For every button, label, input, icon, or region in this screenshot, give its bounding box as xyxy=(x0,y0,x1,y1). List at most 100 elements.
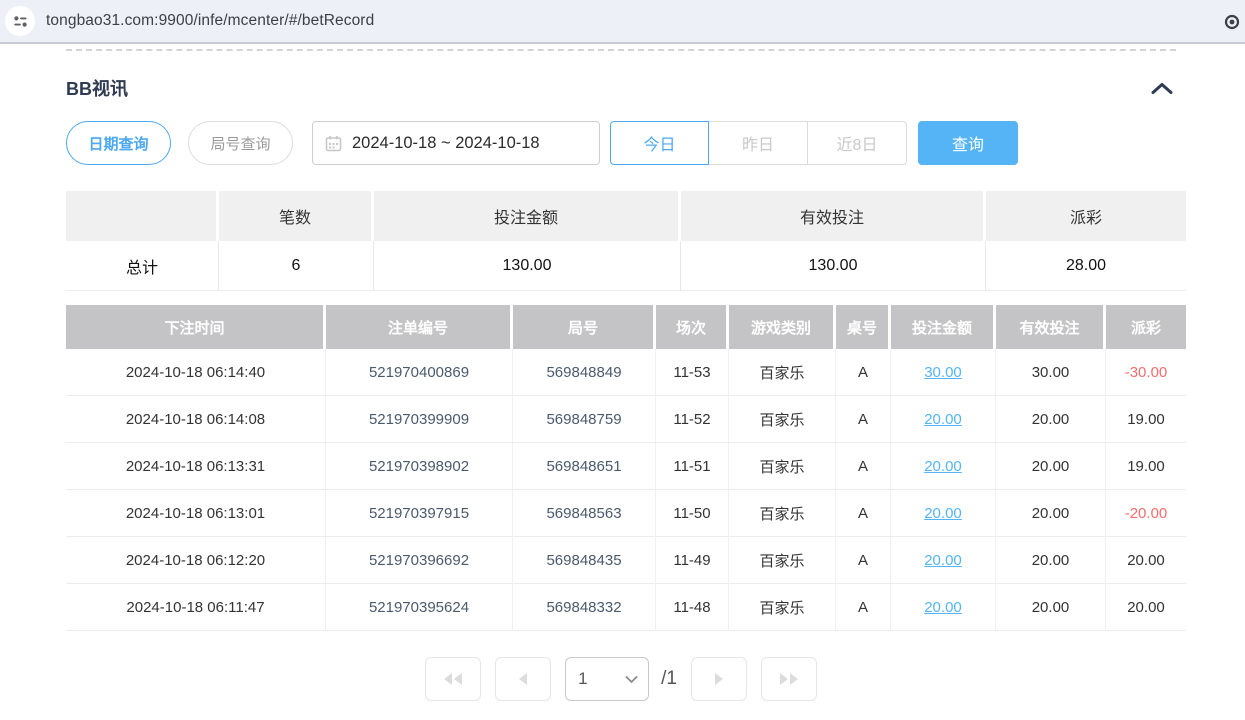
summary-total-count: 6 xyxy=(219,241,374,291)
cell-game-type: 百家乐 xyxy=(729,537,836,584)
cell-round-id: 569848563 xyxy=(513,490,656,537)
page-total-label: /1 xyxy=(661,668,677,690)
cell-table-no: A xyxy=(836,349,891,396)
cell-valid-bet: 20.00 xyxy=(996,443,1106,490)
cell-session: 11-49 xyxy=(656,537,729,584)
cell-valid-bet: 20.00 xyxy=(996,490,1106,537)
cell-session: 11-51 xyxy=(656,443,729,490)
col-header-bet-amount: 投注金额 xyxy=(891,305,996,349)
cell-bet-time: 2024-10-18 06:13:31 xyxy=(66,443,326,490)
cell-round-id: 569848332 xyxy=(513,584,656,631)
site-settings-button[interactable] xyxy=(5,6,35,36)
bet-amount-link[interactable]: 20.00 xyxy=(924,505,962,522)
last-page-button[interactable] xyxy=(761,657,817,701)
cell-bet-id: 521970395624 xyxy=(326,584,513,631)
quick-range-today[interactable]: 今日 xyxy=(610,121,709,165)
cell-payout: 20.00 xyxy=(1106,584,1186,631)
cell-game-type: 百家乐 xyxy=(729,443,836,490)
bet-table-body: 2024-10-18 06:14:40521970400869569848849… xyxy=(66,349,1186,631)
cell-bet-id: 521970400869 xyxy=(326,349,513,396)
cell-table-no: A xyxy=(836,443,891,490)
col-header-game-type: 游戏类别 xyxy=(729,305,836,349)
cell-game-type: 百家乐 xyxy=(729,584,836,631)
next-page-button[interactable] xyxy=(691,657,747,701)
cell-bet-time: 2024-10-18 06:11:47 xyxy=(66,584,326,631)
date-range-picker[interactable]: 2024-10-18 ~ 2024-10-18 xyxy=(312,121,600,165)
col-header-session: 场次 xyxy=(656,305,729,349)
pagination: 1 /1 xyxy=(66,657,1176,701)
bet-amount-link[interactable]: 20.00 xyxy=(924,411,962,428)
bet-amount-link[interactable]: 20.00 xyxy=(924,552,962,569)
summary-total-valid-bet: 130.00 xyxy=(681,241,986,291)
summary-header-valid-bet: 有效投注 xyxy=(681,191,986,241)
tab-date-query[interactable]: 日期查询 xyxy=(66,121,171,165)
prev-page-button[interactable] xyxy=(495,657,551,701)
tune-icon xyxy=(12,13,29,30)
page-select[interactable]: 1 xyxy=(565,657,649,701)
cell-bet-id: 521970396692 xyxy=(326,537,513,584)
cell-bet-time: 2024-10-18 06:13:01 xyxy=(66,490,326,537)
cell-valid-bet: 20.00 xyxy=(996,396,1106,443)
cell-table-no: A xyxy=(836,537,891,584)
cell-bet-amount: 20.00 xyxy=(891,396,996,443)
summary-table: 笔数 投注金额 有效投注 派彩 总计 6 130.00 130.00 28.00 xyxy=(66,191,1186,291)
cell-bet-amount: 20.00 xyxy=(891,443,996,490)
bet-amount-link[interactable]: 20.00 xyxy=(924,458,962,475)
col-header-table-no: 桌号 xyxy=(836,305,891,349)
cell-valid-bet: 30.00 xyxy=(996,349,1106,396)
cell-round-id: 569848435 xyxy=(513,537,656,584)
quick-range-last8days[interactable]: 近8日 xyxy=(808,121,907,165)
cell-payout: 20.00 xyxy=(1106,537,1186,584)
double-chevron-right-icon xyxy=(778,671,800,687)
col-header-valid-bet: 有效投注 xyxy=(996,305,1106,349)
target-icon[interactable] xyxy=(1224,14,1240,35)
collapse-panel-button[interactable] xyxy=(1150,81,1174,95)
cell-valid-bet: 20.00 xyxy=(996,584,1106,631)
table-row: 2024-10-18 06:13:31521970398902569848651… xyxy=(66,443,1186,490)
chevron-down-icon xyxy=(625,675,638,684)
search-button[interactable]: 查询 xyxy=(918,121,1018,165)
summary-total-bet-amount: 130.00 xyxy=(374,241,681,291)
cell-session: 11-53 xyxy=(656,349,729,396)
bet-record-table: 下注时间 注单编号 局号 场次 游戏类别 桌号 投注金额 有效投注 派彩 202… xyxy=(66,305,1186,631)
browser-address-bar[interactable]: tongbao31.com:9900/infe/mcenter/#/betRec… xyxy=(0,0,1245,44)
chevron-up-icon xyxy=(1150,81,1174,95)
tab-round-query[interactable]: 局号查询 xyxy=(188,121,293,165)
table-row: 2024-10-18 06:14:40521970400869569848849… xyxy=(66,349,1186,396)
table-row: 2024-10-18 06:14:08521970399909569848759… xyxy=(66,396,1186,443)
url-text[interactable]: tongbao31.com:9900/infe/mcenter/#/betRec… xyxy=(46,12,374,30)
col-header-bet-id: 注单编号 xyxy=(326,305,513,349)
col-header-round-id: 局号 xyxy=(513,305,656,349)
cell-session: 11-48 xyxy=(656,584,729,631)
summary-total-payout: 28.00 xyxy=(986,241,1186,291)
cell-bet-id: 521970399909 xyxy=(326,396,513,443)
cell-bet-time: 2024-10-18 06:14:40 xyxy=(66,349,326,396)
cell-bet-time: 2024-10-18 06:12:20 xyxy=(66,537,326,584)
table-row: 2024-10-18 06:13:01521970397915569848563… xyxy=(66,490,1186,537)
cell-bet-amount: 30.00 xyxy=(891,349,996,396)
cell-payout: -30.00 xyxy=(1106,349,1186,396)
quick-range-yesterday[interactable]: 昨日 xyxy=(709,121,808,165)
quick-range-group: 今日 昨日 近8日 xyxy=(610,121,907,165)
cell-payout: 19.00 xyxy=(1106,443,1186,490)
bet-amount-link[interactable]: 20.00 xyxy=(924,599,962,616)
calendar-icon xyxy=(325,135,342,152)
cell-payout: 19.00 xyxy=(1106,396,1186,443)
double-chevron-left-icon xyxy=(442,671,464,687)
cell-bet-amount: 20.00 xyxy=(891,490,996,537)
page-select-value: 1 xyxy=(578,669,587,689)
cell-game-type: 百家乐 xyxy=(729,396,836,443)
cell-game-type: 百家乐 xyxy=(729,490,836,537)
summary-total-label: 总计 xyxy=(66,241,219,291)
cell-game-type: 百家乐 xyxy=(729,349,836,396)
summary-header-payout: 派彩 xyxy=(986,191,1186,241)
dashed-divider xyxy=(66,49,1176,51)
cell-bet-amount: 20.00 xyxy=(891,584,996,631)
summary-header-bet-amount: 投注金额 xyxy=(374,191,681,241)
first-page-button[interactable] xyxy=(425,657,481,701)
page-title: BB视讯 xyxy=(66,75,128,101)
cell-bet-id: 521970397915 xyxy=(326,490,513,537)
summary-header-count: 笔数 xyxy=(219,191,374,241)
bet-amount-link[interactable]: 30.00 xyxy=(924,364,962,381)
summary-header-blank xyxy=(66,191,219,241)
